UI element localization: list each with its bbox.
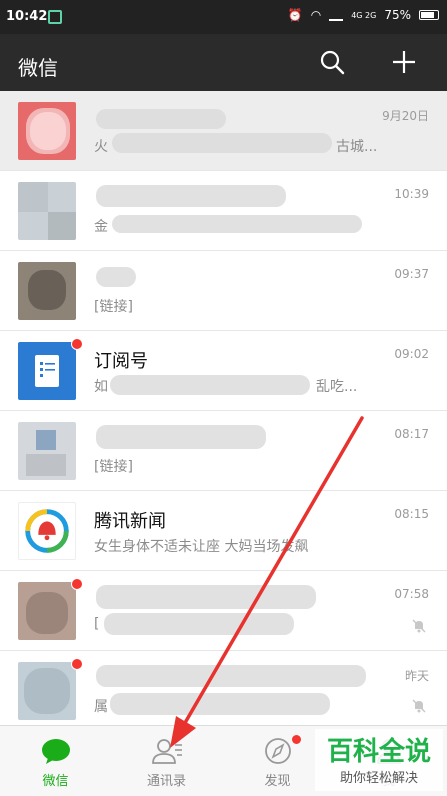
status-bar: 10:42 ⏰ ◠ 4G 2G 75% — [0, 0, 447, 34]
chat-time: 10:39 — [394, 187, 429, 201]
chat-row[interactable]: [链接] 09:37 — [0, 251, 447, 331]
blurred-title — [96, 267, 136, 287]
watermark: 百科全说 助你轻松解决 — [315, 729, 443, 791]
blurred-title — [96, 185, 286, 207]
chat-time: 昨天 — [404, 669, 429, 683]
tab-label: 微信 — [42, 774, 69, 789]
unread-dot — [71, 338, 83, 350]
chat-preview: 如 — [94, 379, 108, 395]
chat-row[interactable]: [ 07:58 — [0, 571, 447, 651]
network-type: 4G 2G — [351, 10, 377, 20]
chat-preview: 金 — [94, 219, 108, 235]
chat-preview: [链接] — [94, 299, 133, 315]
plus-icon[interactable] — [390, 48, 418, 76]
chat-row[interactable]: 属 昨天 — [0, 651, 447, 725]
signal-icon — [329, 9, 344, 21]
battery-percent: 75% — [384, 8, 411, 22]
watermark-subtitle: 助你轻松解决 — [339, 771, 418, 786]
blurred-preview — [110, 693, 330, 715]
avatar — [18, 182, 76, 240]
chat-row[interactable]: 腾讯新闻 女生身体不适未让座 大妈当场发飙 08:15 — [0, 491, 447, 571]
chat-row[interactable]: 火 古城... 9月20日 — [0, 91, 447, 171]
mute-bell-icon — [412, 619, 426, 633]
chat-time: 08:15 — [394, 507, 429, 521]
blurred-title — [96, 425, 266, 449]
subscription-icon — [35, 355, 59, 387]
app-header: 微信 — [0, 34, 447, 91]
blurred-preview — [104, 613, 294, 635]
avatar — [18, 662, 76, 720]
avatar — [18, 502, 76, 560]
chat-row[interactable]: 金 10:39 — [0, 171, 447, 251]
avatar — [18, 262, 76, 320]
tab-label: 通讯录 — [146, 774, 186, 789]
blurred-title — [96, 109, 226, 129]
chat-time: 07:58 — [394, 587, 429, 601]
watermark-title: 百科全说 — [326, 737, 431, 767]
avatar — [18, 102, 76, 160]
chat-title: 腾讯新闻 — [94, 511, 166, 532]
chat-time: 09:37 — [394, 267, 429, 281]
tab-contacts[interactable]: 通讯录 — [111, 726, 222, 796]
discover-badge — [292, 735, 301, 744]
search-icon[interactable] — [318, 48, 346, 76]
chat-row[interactable]: [链接] 08:17 — [0, 411, 447, 491]
blurred-title — [96, 585, 316, 609]
chat-preview-tail: 古城... — [336, 139, 378, 155]
status-time: 10:42 — [6, 9, 48, 24]
notification-icon — [48, 10, 62, 24]
contacts-icon — [152, 739, 182, 764]
chat-time: 9月20日 — [382, 109, 429, 123]
chat-time: 08:17 — [394, 427, 429, 441]
chat-time: 09:02 — [394, 347, 429, 361]
chat-preview: 火 — [94, 139, 108, 155]
chat-preview-tail: 乱吃... — [316, 379, 358, 395]
page-title: 微信 — [18, 56, 58, 80]
battery-icon — [419, 10, 439, 20]
blurred-title — [96, 665, 366, 687]
blurred-preview — [110, 375, 310, 395]
alarm-icon: ⏰ — [287, 8, 303, 22]
chat-list: 火 古城... 9月20日 金 10:39 [链接] 09:37 订阅号 如 乱… — [0, 91, 447, 725]
chat-preview: 属 — [94, 699, 108, 715]
wifi-icon: ◠ — [310, 8, 322, 22]
compass-icon — [265, 738, 291, 764]
chat-preview: [ — [94, 616, 100, 632]
chat-icon — [42, 739, 70, 764]
chat-row[interactable]: 订阅号 如 乱吃... 09:02 — [0, 331, 447, 411]
blurred-preview — [112, 215, 362, 233]
tab-chats[interactable]: 微信 — [0, 726, 111, 796]
chat-preview: [链接] — [94, 459, 133, 475]
status-right: ⏰ ◠ 4G 2G 75% — [288, 8, 439, 22]
blurred-preview — [112, 133, 332, 153]
unread-dot — [71, 658, 83, 670]
mute-bell-icon — [412, 699, 426, 713]
avatar — [18, 582, 76, 640]
avatar — [18, 422, 76, 480]
unread-dot — [71, 578, 83, 590]
chat-preview: 女生身体不适未让座 大妈当场发飙 — [94, 539, 309, 555]
tencent-news-icon — [25, 509, 69, 553]
chat-title: 订阅号 — [94, 351, 148, 372]
avatar — [18, 342, 76, 400]
